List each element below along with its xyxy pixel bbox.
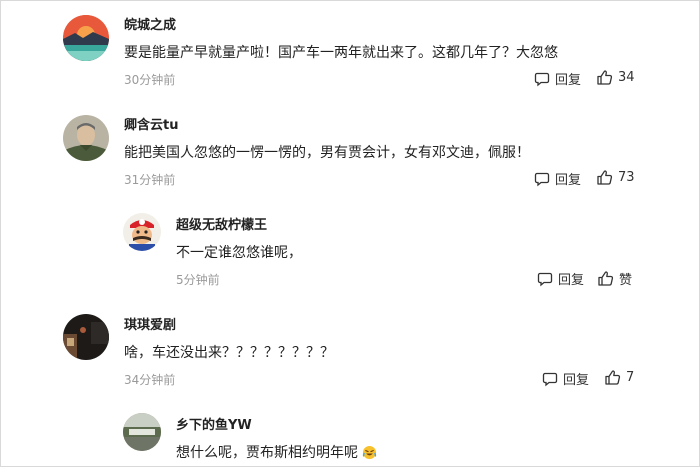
comment-username[interactable]: 乡下的鱼YW (176, 414, 252, 433)
like-button[interactable]: 7 (604, 369, 634, 386)
reply-button[interactable]: 回复 (534, 69, 581, 88)
comment-text: 想什么呢，贾布斯相约明年呢 (176, 445, 358, 461)
avatar[interactable] (63, 15, 109, 61)
comment-text: 要是能量产早就量产啦！国产车一两年就出来了。这都几年了？大忽悠 (124, 45, 558, 61)
avatar[interactable] (123, 413, 161, 451)
comment-text: 不一定谁忽悠谁呢， (176, 245, 302, 261)
like-count: 7 (626, 370, 635, 385)
avatar[interactable] (63, 314, 109, 360)
reply-label: 回复 (558, 273, 585, 288)
avatar[interactable] (63, 115, 109, 161)
like-button[interactable]: 73 (596, 169, 635, 186)
laughing-tears-emoji (362, 445, 377, 459)
comment-text: 啥，车还没出来？？？？？？？？ (124, 345, 334, 361)
comment-time: 34分钟前 (124, 373, 176, 387)
like-count: 34 (618, 70, 635, 85)
comment-text: 能把美国人忽悠的一愣一愣的，男有贾会计，女有邓文迪，佩服！ (124, 145, 530, 161)
comment-time: 5分钟前 (176, 273, 220, 287)
comment-time: 30分钟前 (124, 73, 176, 87)
comment-icon (537, 272, 553, 286)
comment-icon (534, 72, 550, 86)
comment-username[interactable]: 超级无敌柠檬王 (176, 214, 267, 233)
reply-label: 回复 (563, 373, 590, 388)
reply-button[interactable]: 回复 (542, 369, 589, 388)
comment-icon (534, 172, 550, 186)
comment-username[interactable]: 皖城之成 (124, 14, 176, 33)
comment-text-row: 想什么呢，贾布斯相约明年呢 (176, 442, 377, 462)
avatar[interactable] (123, 213, 161, 251)
comment-icon (542, 372, 558, 386)
like-label: 赞 (619, 273, 633, 288)
like-button[interactable]: 赞 (597, 269, 632, 288)
like-count: 73 (618, 170, 635, 185)
reply-button[interactable]: 回复 (537, 269, 584, 288)
thumbs-up-icon (598, 271, 614, 286)
reply-label: 回复 (555, 73, 582, 88)
thumbs-up-icon (597, 170, 613, 185)
thumbs-up-icon (597, 70, 613, 85)
comment-time: 31分钟前 (124, 173, 176, 187)
reply-button[interactable]: 回复 (534, 169, 581, 188)
comment-username[interactable]: 琪琪爱剧 (124, 314, 176, 333)
like-button[interactable]: 34 (596, 69, 635, 86)
thumbs-up-icon (605, 370, 621, 385)
reply-label: 回复 (555, 173, 582, 188)
comment-list: 皖城之成 要是能量产早就量产啦！国产车一两年就出来了。这都几年了？大忽悠 30分… (0, 0, 700, 467)
comment-username[interactable]: 卿含云tu (124, 114, 178, 133)
